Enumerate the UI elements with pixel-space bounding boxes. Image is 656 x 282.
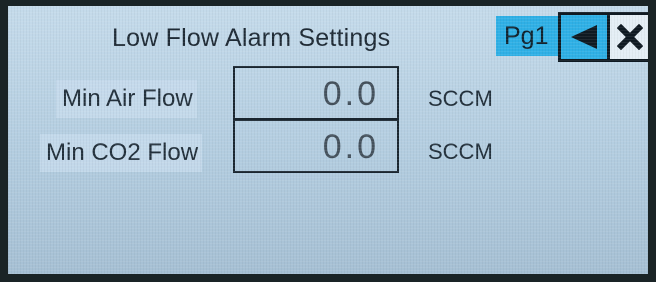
min-air-flow-unit: SCCM (428, 86, 493, 111)
min-co2-flow-label: Min CO2 Flow (40, 134, 203, 172)
back-button[interactable] (558, 12, 610, 62)
min-co2-flow-unit: SCCM (428, 139, 493, 164)
left-triangle-icon (571, 25, 597, 49)
close-x-icon (617, 24, 643, 50)
min-air-flow-label: Min Air Flow (56, 80, 197, 118)
close-button[interactable] (607, 12, 648, 62)
page-title: Low Flow Alarm Settings (112, 24, 391, 52)
page-indicator: Pg1 (496, 16, 558, 56)
hmi-screen: Low Flow Alarm Settings Pg1 Min Air Flow… (8, 6, 648, 274)
min-air-flow-input[interactable]: 0.0 (233, 66, 399, 120)
min-co2-flow-input[interactable]: 0.0 (233, 119, 399, 173)
